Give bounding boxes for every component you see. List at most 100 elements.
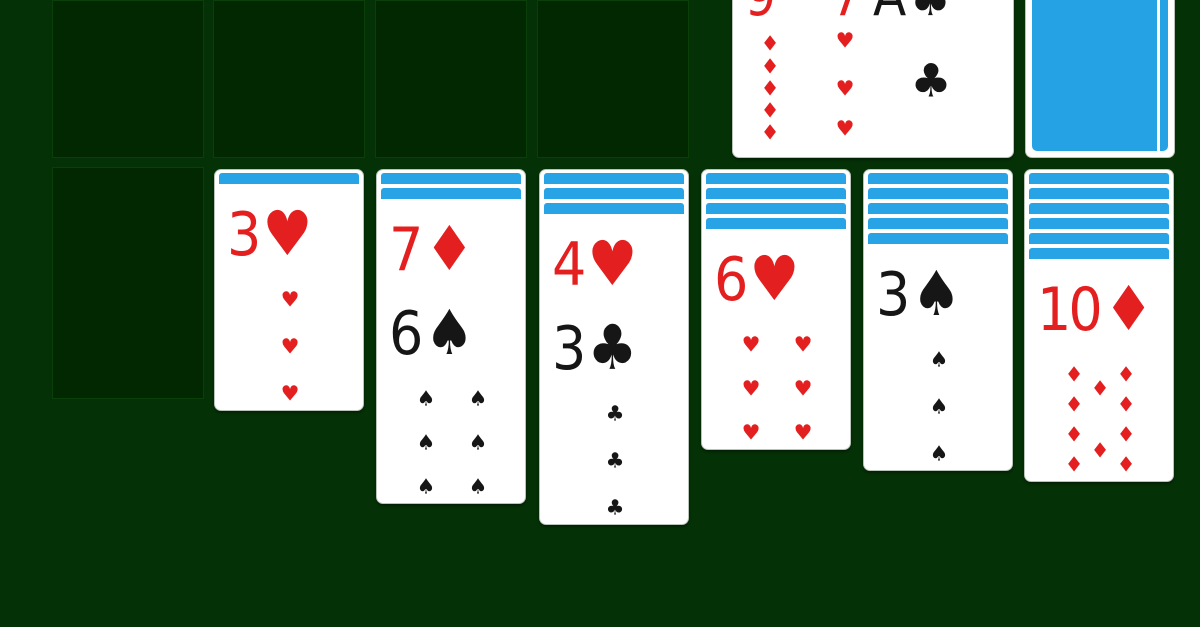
suit-heart-icon: ♥ [262,197,313,270]
suit-heart-icon: ♥ [741,332,761,357]
suit-diamond-icon: ♦ [1103,272,1154,345]
foundation-slot-4[interactable] [537,0,689,158]
suit-diamond-icon: ♦ [424,212,475,285]
suit-diamond-icon: ♦ [1116,422,1136,447]
tableau-column-5[interactable]: 6♥ ♥ ♥ ♥ ♥ ♥ ♥ [701,169,851,450]
tableau-column-3[interactable]: 7♦ 6♠ ♠ ♠ ♠ ♠ ♠ ♠ [376,169,526,504]
suit-spade-icon: ♠ [416,430,436,455]
face-down-stack [219,173,359,188]
suit-diamond-icon: ♦ [1116,392,1136,417]
waste-pile[interactable]: 9♦7♥A♣♦♦♦♦♦♥♥♥♣ [732,0,1014,158]
card-index: 3♠ [876,263,961,326]
card-back [1029,218,1169,233]
suit-club-icon: ♣ [605,401,625,426]
card-back [868,233,1008,248]
suit-diamond-icon: ♦ [1116,452,1136,477]
tableau-empty-slot[interactable] [52,167,204,399]
card-index: 4♥ [552,233,637,296]
suit-spade-icon: ♠ [468,430,488,455]
suit-diamond-icon: ♦ [1116,362,1136,387]
card-rank: 10 [1037,275,1103,345]
card-back [868,188,1008,203]
suit-heart-icon: ♥ [280,381,300,406]
card-rank: 3 [876,260,910,330]
card-back [544,203,684,218]
card-rank: 3 [552,314,586,384]
suit-club-icon: ♣ [605,495,625,520]
suit-spade-icon: ♠ [468,386,488,411]
suit-diamond-icon: ♦ [760,54,780,79]
card-index: A♣ [873,0,951,28]
suit-spade-icon: ♠ [468,474,488,499]
suit-diamond-icon: ♦ [760,98,780,123]
suit-diamond-icon: ♦ [1064,362,1084,387]
suit-club-icon: ♣ [910,0,950,27]
suit-heart-icon: ♥ [835,28,855,53]
card-back [1029,203,1169,218]
card-back [544,188,684,203]
card-rank: 7 [831,0,862,28]
face-down-stack [544,173,684,218]
suit-heart-icon: ♥ [749,242,800,315]
card-back [1029,233,1169,248]
card-back [1029,188,1169,203]
card-rank: 3 [227,200,261,270]
tableau-column-2[interactable]: 3♥ ♥ ♥ ♥ [214,169,364,411]
suit-heart-icon: ♥ [835,76,855,101]
card-index: 3♣ [552,317,637,380]
card-index: 7♦ [389,218,474,281]
suit-club-icon: ♣ [587,311,638,384]
card-back [706,173,846,188]
suit-spade-icon: ♠ [929,347,949,372]
face-down-stack [706,173,846,233]
suit-heart-icon: ♥ [741,376,761,401]
suit-spade-icon: ♠ [424,296,475,369]
suit-heart-icon: ♥ [835,116,855,141]
suit-heart-icon: ♥ [280,287,300,312]
face-down-stack [381,173,521,203]
foundation-slot-1[interactable] [52,0,204,158]
card-rank: A [873,0,906,28]
suit-heart-icon: ♥ [793,420,813,445]
card-back [219,173,359,188]
card-index: 6♠ [389,302,474,365]
suit-spade-icon: ♠ [416,386,436,411]
card-rank: 4 [552,230,586,300]
card-back [706,188,846,203]
suit-diamond-icon: ♦ [760,120,780,145]
card-index: 6♥ [714,248,799,311]
card-rank: 7 [389,215,423,285]
card-back [706,218,846,233]
card-back [544,173,684,188]
card-back [868,218,1008,233]
tableau-column-7[interactable]: 10♦ ♦ ♦ ♦ ♦ ♦ ♦ ♦ ♦ ♦ ♦ [1024,169,1174,482]
card-back [1029,173,1169,188]
foundation-slot-3[interactable] [375,0,527,158]
suit-spade-icon: ♠ [929,441,949,466]
suit-diamond-icon: ♦ [1064,392,1084,417]
card-index: 10♦ [1037,278,1154,341]
suit-spade-icon: ♠ [416,474,436,499]
tableau-column-4[interactable]: 4♥ 3♣ ♣ ♣ ♣ [539,169,689,525]
stock-pile[interactable] [1025,0,1175,158]
suit-club-icon: ♣ [605,448,625,473]
suit-diamond-icon: ♦ [1090,376,1110,401]
face-down-stack [868,173,1008,248]
suit-club-icon: ♣ [910,53,952,108]
suit-heart-icon: ♥ [793,376,813,401]
card-back [706,203,846,218]
card-back [868,203,1008,218]
card-index: 7♥ [831,0,862,28]
foundation-slot-2[interactable] [213,0,365,158]
card-back [381,173,521,188]
suit-spade-icon: ♠ [929,394,949,419]
suit-diamond-icon: ♦ [760,76,780,101]
card-index: 9♦ [745,0,776,27]
card-rank: 6 [714,245,748,315]
stock-edge [1157,0,1160,151]
suit-diamond-icon: ♦ [1064,452,1084,477]
tableau-column-6[interactable]: 3♠ ♠ ♠ ♠ [863,169,1013,471]
suit-heart-icon: ♥ [587,227,638,300]
card-back [381,188,521,203]
suit-heart-icon: ♥ [741,420,761,445]
